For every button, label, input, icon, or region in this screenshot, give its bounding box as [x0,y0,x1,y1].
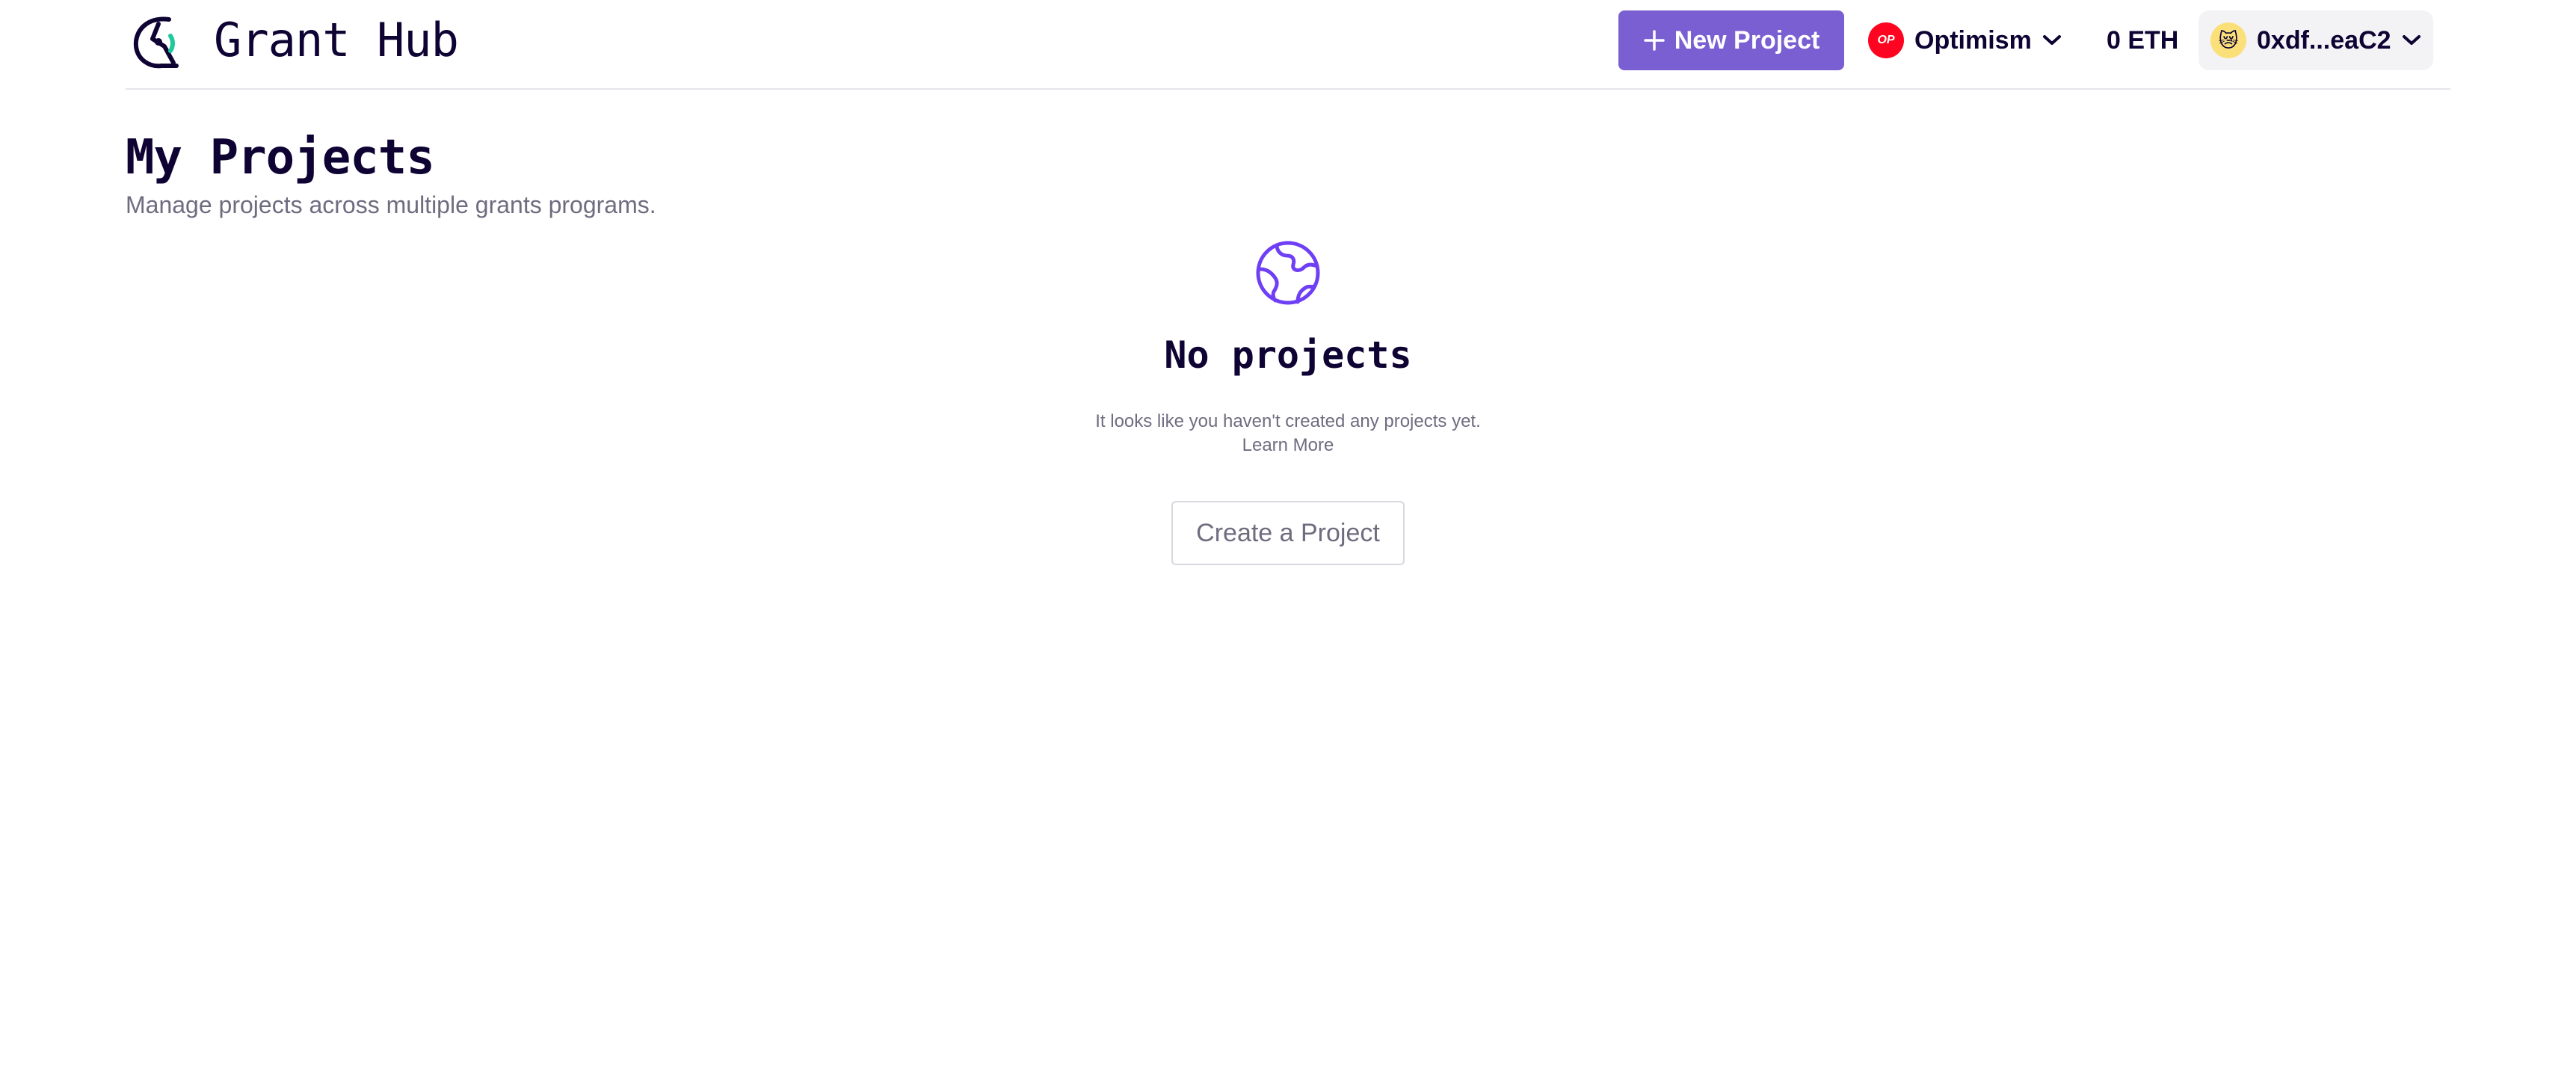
learn-more-link[interactable]: Learn More [989,434,1587,458]
empty-state-title: No projects [1164,333,1412,377]
network-selector[interactable]: OP Optimism [1868,10,2064,70]
account-button[interactable]: 😿 0xdf...eaC2 [2198,10,2433,70]
chevron-down-icon [2042,35,2061,45]
network-name: Optimism [1914,25,2032,55]
wallet-address: 0xdf...eaC2 [2257,25,2391,55]
chevron-down-icon [2402,35,2421,45]
globe-icon [1256,241,1320,305]
page-subtitle: Manage projects across multiple grants p… [126,191,656,218]
optimism-network-icon: OP [1868,22,1904,58]
page-title: My Projects [126,130,435,185]
new-project-label: New Project [1674,25,1820,55]
avatar: 😿 [2210,22,2246,58]
grant-hub-logo-icon[interactable] [132,13,185,70]
app-title[interactable]: Grant Hub [214,10,459,70]
empty-state-description: It looks like you haven't created any pr… [1095,411,1481,431]
plus-icon [1643,30,1665,51]
top-nav: Grant Hub New Project OP Optimism 0 ETH … [126,0,2450,90]
create-project-button[interactable]: Create a Project [1171,501,1405,565]
wallet-balance: 0 ETH [2107,26,2179,55]
new-project-button[interactable]: New Project [1618,10,1844,70]
page: Grant Hub New Project OP Optimism 0 ETH … [0,0,2576,1078]
empty-state: No projects It looks like you haven't cr… [989,239,1587,565]
